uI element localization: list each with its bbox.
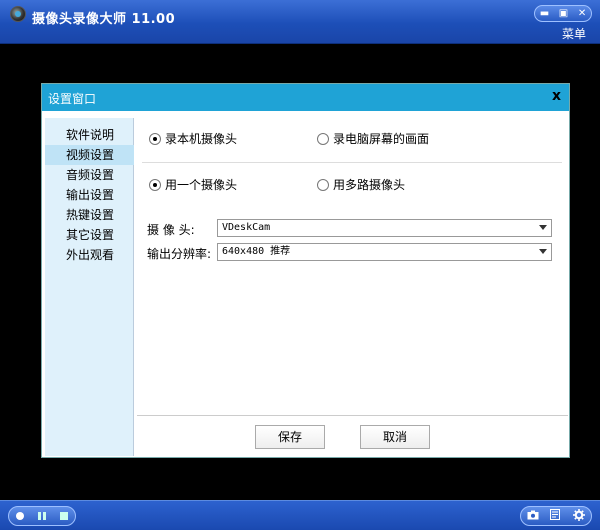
sidebar-item-remote[interactable]: 外出观看 bbox=[45, 245, 134, 265]
utility-controls bbox=[520, 506, 592, 526]
radio-multi-camera[interactable]: 用多路摄像头 bbox=[317, 176, 405, 193]
radio-record-camera[interactable]: 录本机摄像头 bbox=[149, 130, 237, 147]
radio-record-camera-label: 录本机摄像头 bbox=[165, 132, 238, 146]
divider bbox=[142, 162, 562, 163]
sidebar-item-audio[interactable]: 音频设置 bbox=[45, 165, 134, 185]
footer-divider bbox=[137, 415, 568, 416]
window-controls: ▬ ▣ ✕ bbox=[534, 5, 592, 22]
app-title: 摄像头录像大师 11.00 bbox=[32, 12, 176, 27]
camera-select-value: VDeskCam bbox=[222, 222, 271, 233]
radio-record-screen-label: 录电脑屏幕的画面 bbox=[333, 132, 430, 146]
radio-selected-icon bbox=[149, 132, 161, 145]
radio-single-camera-label: 用一个摄像头 bbox=[165, 178, 238, 192]
camera-icon[interactable] bbox=[527, 510, 539, 523]
app-logo-icon bbox=[10, 6, 26, 22]
sidebar-item-about[interactable]: 软件说明 bbox=[45, 125, 134, 145]
radio-unselected-icon bbox=[317, 178, 329, 191]
radio-selected-icon bbox=[149, 178, 161, 191]
app-titlebar: 摄像头录像大师 11.00 ▬ ▣ ✕ 菜单 bbox=[0, 0, 600, 44]
pause-icon[interactable] bbox=[38, 512, 46, 520]
settings-sidebar: 软件说明 视频设置 音频设置 输出设置 热键设置 其它设置 外出观看 bbox=[45, 118, 134, 456]
sidebar-item-output[interactable]: 输出设置 bbox=[45, 185, 134, 205]
video-settings-panel: 录本机摄像头 录电脑屏幕的画面 用一个摄像头 用多路摄像头 摄 像 头: VDe… bbox=[137, 118, 568, 456]
sidebar-item-video[interactable]: 视频设置 bbox=[45, 145, 134, 165]
dropdown-arrow-icon bbox=[539, 249, 547, 254]
dialog-close-icon[interactable]: x bbox=[552, 88, 561, 104]
log-icon[interactable] bbox=[549, 509, 562, 523]
resolution-select[interactable]: 640x480 推荐 bbox=[217, 243, 552, 261]
resolution-select-value: 640x480 推荐 bbox=[222, 246, 291, 257]
radio-record-screen[interactable]: 录电脑屏幕的画面 bbox=[317, 130, 429, 147]
camera-label: 摄 像 头: bbox=[147, 223, 195, 237]
sidebar-item-other[interactable]: 其它设置 bbox=[45, 225, 134, 245]
menu-button[interactable]: 菜单 bbox=[562, 25, 586, 42]
playback-controls bbox=[8, 506, 76, 526]
record-icon[interactable] bbox=[16, 512, 24, 520]
stop-icon[interactable] bbox=[60, 512, 68, 520]
radio-unselected-icon bbox=[317, 132, 329, 145]
dialog-title: 设置窗口 bbox=[48, 92, 97, 106]
gear-icon[interactable] bbox=[573, 508, 586, 524]
cancel-button[interactable]: 取消 bbox=[360, 425, 430, 449]
dialog-titlebar: 设置窗口 x bbox=[42, 84, 569, 111]
sidebar-item-hotkeys[interactable]: 热键设置 bbox=[45, 205, 134, 225]
settings-dialog: 设置窗口 x 软件说明 视频设置 音频设置 输出设置 热键设置 其它设置 外出观… bbox=[41, 83, 570, 458]
bottom-toolbar bbox=[0, 500, 600, 530]
close-icon[interactable]: ✕ bbox=[578, 8, 586, 19]
maximize-icon[interactable]: ▣ bbox=[559, 8, 568, 19]
camera-select[interactable]: VDeskCam bbox=[217, 219, 552, 237]
minimize-icon[interactable]: ▬ bbox=[540, 8, 549, 19]
resolution-label: 输出分辨率: bbox=[147, 247, 212, 261]
dropdown-arrow-icon bbox=[539, 225, 547, 230]
save-button[interactable]: 保存 bbox=[255, 425, 325, 449]
radio-multi-camera-label: 用多路摄像头 bbox=[333, 178, 406, 192]
radio-single-camera[interactable]: 用一个摄像头 bbox=[149, 176, 237, 193]
